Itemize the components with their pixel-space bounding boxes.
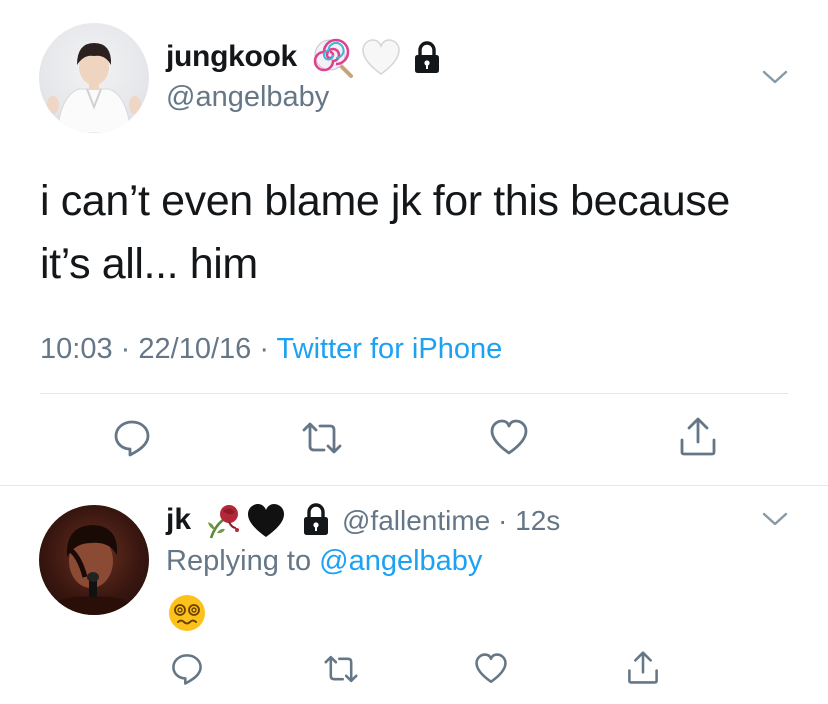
share-icon <box>680 417 716 456</box>
mention-link[interactable]: @angelbaby <box>319 545 482 577</box>
profile-photo <box>39 525 149 615</box>
tweet-time: 10:03 <box>40 333 113 365</box>
retweet-button[interactable] <box>322 652 358 686</box>
like-button[interactable] <box>489 418 529 458</box>
heart-icon <box>475 653 507 684</box>
tweet-text-line: it’s all... him <box>40 240 258 288</box>
meta-separator: · <box>498 505 508 536</box>
lock-icon <box>301 503 331 537</box>
share-button[interactable] <box>626 650 660 684</box>
lollipop-icon <box>313 38 355 80</box>
chevron-down-icon[interactable] <box>760 508 790 530</box>
meta-separator: · <box>259 333 269 365</box>
replying-to-label: Replying to <box>166 545 312 577</box>
share-button[interactable] <box>678 416 718 456</box>
reply-button[interactable] <box>112 418 152 458</box>
divider <box>0 485 828 486</box>
avatar[interactable] <box>39 505 149 615</box>
handle[interactable]: @angelbaby <box>166 81 329 114</box>
tweet-date: 22/10/16 <box>138 333 252 365</box>
reply-handle-meta: @fallentime · 12s <box>342 505 560 537</box>
white-heart-icon <box>361 38 401 78</box>
meta-separator: · <box>120 333 131 365</box>
divider <box>40 393 788 394</box>
retweet-icon <box>324 655 358 683</box>
reply-icon <box>114 420 150 457</box>
wilted-rose-icon <box>203 500 243 540</box>
reply-icon <box>172 654 202 685</box>
lock-icon <box>412 41 442 75</box>
heart-icon <box>490 419 528 455</box>
tweet-text-line: i can’t even blame jk for this because <box>40 177 730 225</box>
profile-photo <box>47 43 141 133</box>
share-icon <box>628 651 658 684</box>
tweet-source-link[interactable]: Twitter for iPhone <box>277 333 503 365</box>
tweet-age: 12s <box>515 505 561 536</box>
display-name[interactable]: jk <box>166 503 191 537</box>
handle[interactable]: @fallentime <box>342 505 490 536</box>
reply-button[interactable] <box>170 652 204 686</box>
retweet-button[interactable] <box>300 418 342 458</box>
display-name[interactable]: jungkook <box>166 40 297 74</box>
tweet-meta: 10:03 · 22/10/16 · Twitter for iPhone <box>40 333 502 366</box>
tweet-text: i can’t even blame jk for this because i… <box>40 170 800 296</box>
replying-to: Replying to @angelbaby <box>166 545 482 578</box>
retweet-icon <box>302 422 342 454</box>
woozy-dizzy-face-icon <box>167 593 207 633</box>
black-heart-icon <box>246 502 286 540</box>
like-button[interactable] <box>474 652 508 686</box>
avatar[interactable] <box>39 23 149 133</box>
chevron-down-icon[interactable] <box>760 66 790 88</box>
